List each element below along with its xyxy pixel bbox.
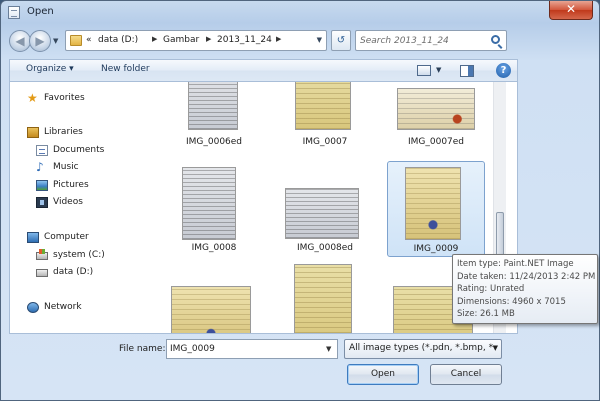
- title-bar[interactable]: Open ✕: [1, 1, 599, 25]
- tooltip-size: Size: 26.1 MB: [457, 309, 515, 319]
- file-thumbnail: [405, 167, 461, 240]
- dialog-icon: [8, 6, 20, 19]
- file-name: IMG_0007ed: [407, 137, 465, 147]
- sidebar-item-label: Network: [44, 302, 82, 312]
- file-thumbnail: [294, 264, 352, 333]
- file-thumbnail: [188, 82, 238, 130]
- file-type-selected-value: All image types (*.pdn, *.bmp, *: [349, 343, 494, 353]
- navigation-row: ◀ ▶ ▼ « data (D:) ▶ Gambar ▶ 2013_11_24 …: [9, 29, 593, 53]
- computer-icon: [27, 232, 39, 243]
- command-toolbar: Organize ▾ New folder ▼ ?: [9, 59, 518, 81]
- forward-button[interactable]: ▶: [29, 30, 51, 52]
- folder-icon: [70, 35, 82, 46]
- sidebar-item-label: Music: [53, 162, 79, 172]
- file-thumbnail: [295, 82, 351, 130]
- file-type-select[interactable]: All image types (*.pdn, *.bmp, * ▼: [344, 339, 502, 359]
- tooltip-item-type: Item type: Paint.NET Image: [457, 259, 574, 269]
- sidebar-item-label: Pictures: [53, 180, 89, 190]
- open-dialog: Open ✕ ◀ ▶ ▼ « data (D:) ▶ Gambar ▶ 2013…: [0, 0, 600, 401]
- sidebar-item-label: Videos: [53, 197, 83, 207]
- preview-pane-icon[interactable]: [460, 65, 474, 77]
- recent-pages-dropdown-icon[interactable]: ▼: [53, 37, 58, 45]
- file-item[interactable]: IMG_0007ed: [387, 82, 485, 156]
- search-icon[interactable]: [491, 35, 500, 44]
- file-item[interactable]: IMG_0007: [276, 82, 374, 156]
- open-button[interactable]: Open: [347, 364, 419, 385]
- file-name-history-dropdown-icon[interactable]: ▼: [326, 345, 331, 353]
- navigation-pane: ★ Favorites Libraries Documents ♪ Music …: [10, 82, 160, 333]
- sidebar-item-label: Computer: [44, 232, 89, 242]
- file-name-label: File name:: [119, 344, 166, 354]
- file-name: IMG_0006ed: [185, 137, 243, 147]
- file-thumbnail: [397, 88, 475, 130]
- file-item[interactable]: [165, 284, 263, 333]
- search-input[interactable]: [360, 33, 488, 48]
- documents-icon: [36, 145, 48, 156]
- file-name: IMG_0008ed: [296, 243, 354, 253]
- file-name-input[interactable]: [166, 339, 338, 359]
- file-info-tooltip: Item type: Paint.NET Image Date taken: 1…: [452, 254, 598, 324]
- window-title: Open: [27, 6, 54, 17]
- new-folder-button[interactable]: New folder: [101, 64, 150, 74]
- file-name: IMG_0007: [302, 137, 348, 147]
- file-item-selected[interactable]: IMG_0009: [387, 161, 485, 257]
- address-dropdown-icon[interactable]: ▼: [317, 36, 322, 44]
- file-name: IMG_0009: [413, 244, 459, 254]
- search-box[interactable]: [355, 30, 507, 51]
- tooltip-date-taken: Date taken: 11/24/2013 2:42 PM: [457, 271, 596, 282]
- drive-icon: [36, 269, 48, 277]
- view-options-dropdown-icon[interactable]: ▼: [436, 66, 441, 74]
- change-view-icon[interactable]: [417, 65, 431, 76]
- sidebar-item-label: data (D:): [53, 267, 94, 277]
- file-name: IMG_0008: [191, 243, 237, 253]
- videos-icon: [36, 197, 48, 208]
- tooltip-dimensions: Dimensions: 4960 x 7015: [457, 296, 566, 307]
- help-icon[interactable]: ?: [496, 63, 511, 78]
- tooltip-rating: Rating: Unrated: [457, 284, 525, 294]
- breadcrumb-gambar[interactable]: Gambar: [163, 35, 199, 45]
- sidebar-item-label: Documents: [53, 145, 105, 155]
- file-item[interactable]: IMG_0008: [165, 164, 263, 253]
- breadcrumb-data-drive[interactable]: data (D:): [98, 35, 138, 45]
- address-bar[interactable]: « data (D:) ▶ Gambar ▶ 2013_11_24 ▶ ▼: [65, 30, 327, 51]
- star-icon: ★: [27, 91, 38, 105]
- breadcrumb-separator-icon[interactable]: ▶: [206, 35, 211, 43]
- library-icon: [27, 127, 39, 138]
- breadcrumb-separator-icon[interactable]: ▶: [152, 35, 157, 43]
- file-thumbnail: [285, 188, 359, 239]
- file-thumbnail: [171, 286, 251, 333]
- file-thumbnail: [182, 167, 236, 240]
- sidebar-item-label: system (C:): [53, 250, 105, 260]
- sidebar-item-label: Favorites: [44, 93, 85, 103]
- file-item[interactable]: IMG_0006ed: [165, 82, 263, 156]
- file-item[interactable]: [276, 264, 374, 333]
- breadcrumb-separator-icon[interactable]: ▶: [276, 35, 281, 43]
- sidebar-item-label: Libraries: [44, 127, 83, 137]
- network-icon: [27, 302, 39, 313]
- breadcrumb-overflow[interactable]: «: [86, 35, 92, 45]
- system-drive-icon: [36, 249, 48, 260]
- file-item[interactable]: IMG_0008ed: [276, 164, 374, 253]
- organize-button[interactable]: Organize ▾: [26, 64, 74, 74]
- back-button[interactable]: ◀: [9, 30, 31, 52]
- music-icon: ♪: [36, 160, 44, 174]
- content-area: ★ Favorites Libraries Documents ♪ Music …: [9, 81, 518, 334]
- refresh-button[interactable]: ↺: [331, 30, 351, 51]
- pictures-icon: [36, 180, 48, 191]
- chevron-down-icon: ▼: [492, 344, 498, 352]
- breadcrumb-current-folder[interactable]: 2013_11_24: [217, 35, 272, 45]
- cancel-button[interactable]: Cancel: [430, 364, 502, 385]
- close-button[interactable]: ✕: [549, 1, 593, 20]
